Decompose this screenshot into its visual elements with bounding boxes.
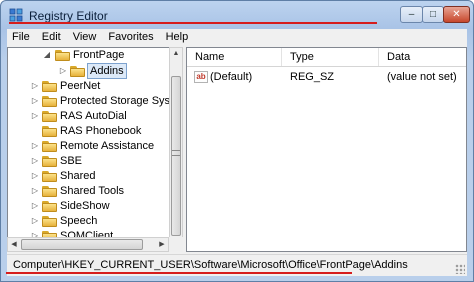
folder-icon xyxy=(42,141,58,152)
expand-arrow-icon[interactable]: ▷ xyxy=(30,156,40,165)
column-divider[interactable] xyxy=(378,48,379,66)
folder-icon xyxy=(42,111,58,122)
tree-item-label: PeerNet xyxy=(60,80,101,92)
tree-item-sbe[interactable]: ▷ SBE xyxy=(8,154,168,169)
tree-item-label: Speech xyxy=(60,215,98,227)
menu-edit[interactable]: Edit xyxy=(37,29,68,46)
minimize-button[interactable]: – xyxy=(400,6,423,23)
expand-arrow-icon[interactable]: ▷ xyxy=(30,141,40,150)
folder-icon xyxy=(42,126,58,137)
menu-bar: File Edit View Favorites Help xyxy=(7,29,467,46)
title-bar[interactable]: Registry Editor – □ ✕ xyxy=(1,1,473,30)
tree-item-addins[interactable]: ▷ Addins xyxy=(8,63,168,79)
tree-item-ras-phonebook[interactable]: RAS Phonebook xyxy=(8,124,168,139)
ab-string-icon: ab xyxy=(194,71,208,83)
folder-icon xyxy=(42,171,58,182)
folder-icon xyxy=(42,216,58,227)
scrollbar-corner xyxy=(169,237,183,252)
close-button[interactable]: ✕ xyxy=(443,6,470,23)
folder-icon xyxy=(55,50,71,61)
column-divider[interactable] xyxy=(281,48,282,66)
expand-arrow-icon[interactable]: ▷ xyxy=(30,201,40,210)
tree-item-sideshow[interactable]: ▷ SideShow xyxy=(8,199,168,214)
folder-icon xyxy=(70,66,86,77)
tree-item-speech[interactable]: ▷ Speech xyxy=(8,214,168,229)
registry-key-tree[interactable]: ◢ FrontPage ▷ Addins ▷ PeerNet ▷ Protect… xyxy=(7,47,177,252)
tree-item-label: SBE xyxy=(60,155,83,167)
folder-icon xyxy=(42,201,58,212)
status-annotation-underline xyxy=(6,272,352,274)
status-key-path: Computer\HKEY_CURRENT_USER\Software\Micr… xyxy=(13,259,408,271)
column-header-type[interactable]: Type xyxy=(290,51,314,63)
title-annotation-underline xyxy=(9,22,377,24)
menu-favorites[interactable]: Favorites xyxy=(103,29,160,46)
scrollbar-thumb[interactable] xyxy=(21,239,143,250)
tree-item-label: Shared xyxy=(60,170,96,182)
resize-grip[interactable] xyxy=(455,264,465,274)
value-name: (Default) xyxy=(210,71,253,83)
tree-item-ras-autodial[interactable]: ▷ RAS AutoDial xyxy=(8,109,168,124)
expand-arrow-icon[interactable]: ▷ xyxy=(58,66,68,75)
tree-item-label: Protected Storage System I xyxy=(60,95,176,107)
menu-help[interactable]: Help xyxy=(161,29,196,46)
tree-item-shared[interactable]: ▷ Shared xyxy=(8,169,168,184)
registry-editor-window: Registry Editor – □ ✕ File Edit View Fav… xyxy=(0,0,474,282)
tree-item-label: FrontPage xyxy=(73,49,125,61)
expand-arrow-icon[interactable]: ▷ xyxy=(30,81,40,90)
folder-icon xyxy=(42,186,58,197)
maximize-button[interactable]: □ xyxy=(422,6,444,23)
tree-item-label: Remote Assistance xyxy=(60,140,155,152)
folder-icon xyxy=(42,81,58,92)
column-header-data[interactable]: Data xyxy=(387,51,410,63)
tree-item-label: RAS AutoDial xyxy=(60,110,127,122)
column-header-name[interactable]: Name xyxy=(195,51,224,63)
scroll-up-arrow-icon[interactable]: ▲ xyxy=(170,48,182,60)
expand-arrow-icon[interactable]: ▷ xyxy=(30,96,40,105)
tree-item-label: Addins xyxy=(87,63,127,79)
window-title: Registry Editor xyxy=(29,9,108,23)
scrollbar-grip xyxy=(172,150,180,156)
collapse-arrow-icon[interactable]: ◢ xyxy=(42,50,52,59)
value-type: REG_SZ xyxy=(290,71,335,83)
expand-arrow-icon[interactable]: ▷ xyxy=(30,216,40,225)
scroll-left-arrow-icon[interactable]: ◀ xyxy=(8,238,20,251)
tree-item-label: RAS Phonebook xyxy=(60,125,142,137)
expand-arrow-icon[interactable]: ▷ xyxy=(30,111,40,120)
tree-item-remote-assistance[interactable]: ▷ Remote Assistance xyxy=(8,139,168,154)
expand-arrow-icon[interactable]: ▷ xyxy=(30,186,40,195)
value-row-default[interactable]: ab (Default) REG_SZ (value not set) xyxy=(187,70,466,86)
tree-item-label: Shared Tools xyxy=(60,185,125,197)
folder-icon xyxy=(42,96,58,107)
folder-icon xyxy=(42,156,58,167)
tree-vertical-scrollbar[interactable]: ▲ ▼ xyxy=(169,47,183,252)
expand-arrow-icon[interactable]: ▷ xyxy=(30,171,40,180)
list-header: Name Type Data xyxy=(187,48,466,67)
value-data: (value not set) xyxy=(387,71,457,83)
scroll-right-arrow-icon[interactable]: ▶ xyxy=(156,238,168,251)
scrollbar-thumb[interactable] xyxy=(171,76,181,236)
tree-item-peernet[interactable]: ▷ PeerNet xyxy=(8,79,168,94)
tree-item-label: SideShow xyxy=(60,200,110,212)
menu-file[interactable]: File xyxy=(7,29,37,46)
tree-item-shared-tools[interactable]: ▷ Shared Tools xyxy=(8,184,168,199)
tree-horizontal-scrollbar[interactable]: ◀ ▶ xyxy=(7,237,169,252)
registry-values-list[interactable]: Name Type Data ab (Default) REG_SZ (valu… xyxy=(186,47,467,252)
tree-item-protected-storage[interactable]: ▷ Protected Storage System I xyxy=(8,94,176,109)
menu-view[interactable]: View xyxy=(68,29,104,46)
tree-item-frontpage[interactable]: ◢ FrontPage xyxy=(8,48,168,63)
registry-editor-app-icon xyxy=(9,8,23,22)
